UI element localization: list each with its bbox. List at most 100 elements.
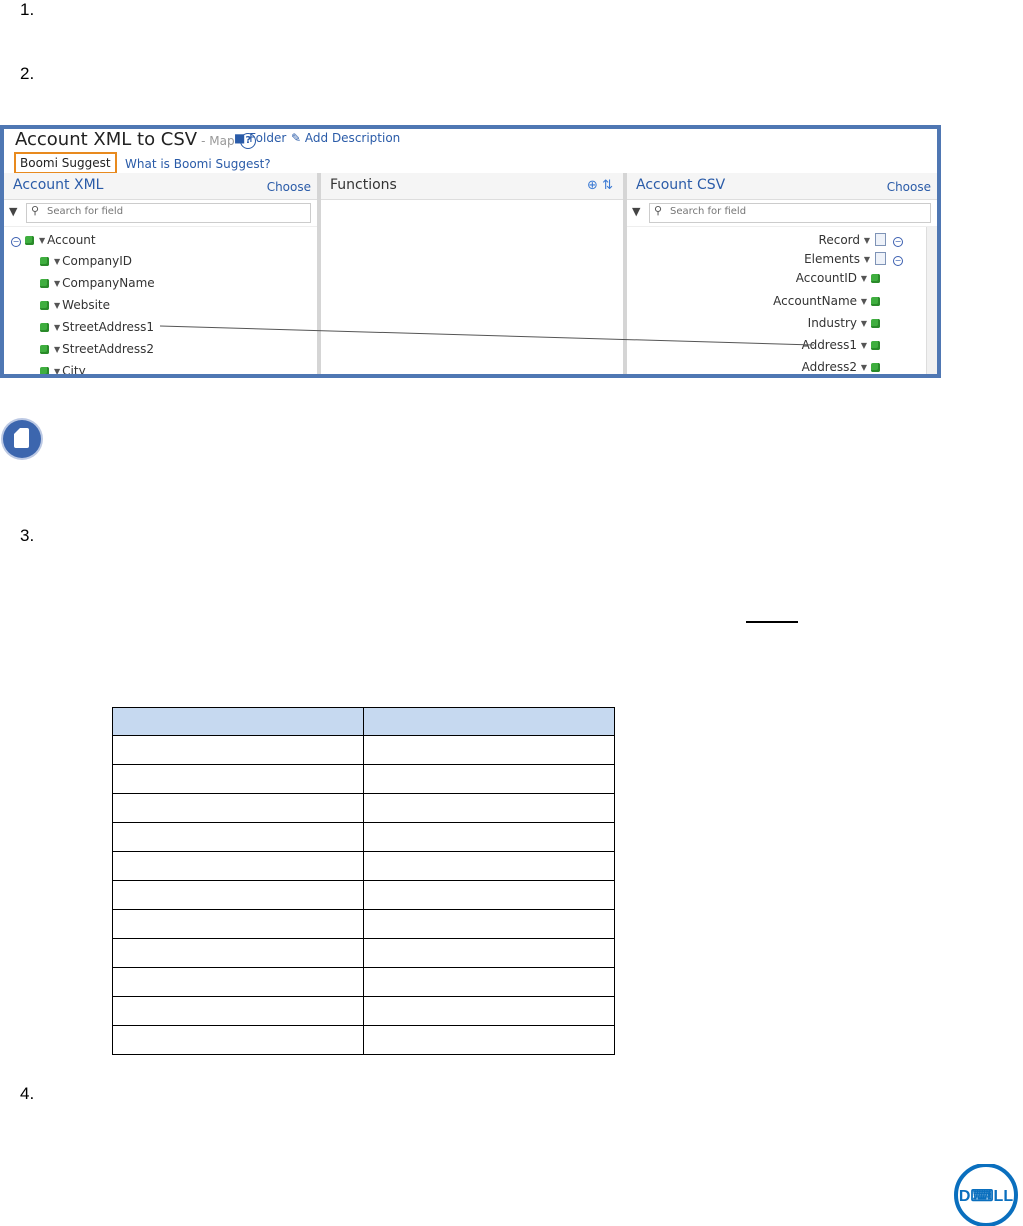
table-header-row xyxy=(112,707,615,736)
dropdown-icon[interactable]: ▼ xyxy=(54,323,60,332)
node-label: Account xyxy=(47,233,96,247)
destination-choose-link[interactable]: Choose xyxy=(887,180,931,194)
element-group-icon xyxy=(25,236,34,245)
folder-link[interactable]: ■ Folder xyxy=(234,131,286,145)
table-row xyxy=(112,967,615,997)
table-cell xyxy=(112,1025,364,1055)
dropdown-icon[interactable]: ▼ xyxy=(861,341,867,350)
dropdown-icon[interactable]: ▼ xyxy=(861,297,867,306)
node-label: CompanyName xyxy=(62,276,155,290)
document-icon xyxy=(875,233,886,246)
destination-search-bar: ▼ ⚲ xyxy=(627,200,937,227)
folder-icon: ■ xyxy=(234,131,246,145)
dropdown-icon[interactable]: ▼ xyxy=(39,236,45,245)
collapse-icon[interactable]: − xyxy=(893,237,903,247)
tree-node-address2[interactable]: Address2 ▼ xyxy=(802,360,885,374)
tree-node-account[interactable]: − ▼ Account xyxy=(11,233,96,247)
tree-node-record[interactable]: Record ▼ − xyxy=(819,233,907,247)
tree-node-accountname[interactable]: AccountName ▼ xyxy=(773,294,885,308)
what-is-boomi-suggest-link[interactable]: What is Boomi Suggest? xyxy=(125,157,271,171)
table-cell xyxy=(363,996,615,1026)
table-cell xyxy=(363,822,615,852)
table-row xyxy=(112,735,615,765)
table-cell xyxy=(363,967,615,997)
destination-search-input[interactable] xyxy=(668,205,872,218)
search-icon: ⚲ xyxy=(31,204,40,217)
source-panel-header: Account XML Choose xyxy=(4,173,317,200)
dropdown-icon[interactable]: ▼ xyxy=(861,363,867,372)
element-icon xyxy=(40,345,49,354)
add-description-label: Add Description xyxy=(304,131,401,145)
note-icon xyxy=(3,420,41,458)
add-description-link[interactable]: ✎ Add Description xyxy=(291,131,400,145)
destination-scrollbar[interactable] xyxy=(926,227,937,374)
table-cell xyxy=(112,764,364,794)
filter-icon[interactable]: ▼ xyxy=(632,205,640,218)
collapse-icon[interactable]: − xyxy=(893,256,903,266)
element-icon xyxy=(871,341,880,350)
tree-node-streetaddress2[interactable]: ▼ StreetAddress2 xyxy=(40,342,154,356)
document-icon xyxy=(875,252,886,265)
table-header-cell xyxy=(363,707,615,736)
table-cell xyxy=(363,909,615,939)
table-row xyxy=(112,793,615,823)
source-search-box[interactable]: ⚲ xyxy=(26,203,311,223)
dropdown-icon[interactable]: ▼ xyxy=(861,319,867,328)
dropdown-icon[interactable]: ▼ xyxy=(861,274,867,283)
dropdown-icon[interactable]: ▼ xyxy=(864,255,870,264)
tree-node-accountid[interactable]: AccountID ▼ xyxy=(796,271,885,285)
source-search-bar: ▼ ⚲ xyxy=(4,200,317,227)
node-label: Industry xyxy=(807,316,858,330)
functions-panel-title: Functions xyxy=(330,177,397,193)
dropdown-icon[interactable]: ▼ xyxy=(54,301,60,310)
functions-panel: Functions ⊕ ⇅ xyxy=(321,173,627,374)
table-cell xyxy=(363,880,615,910)
sort-icon[interactable]: ⇅ xyxy=(602,178,613,193)
tree-node-streetaddress1[interactable]: ▼ StreetAddress1 xyxy=(40,320,154,334)
table-row xyxy=(112,880,615,910)
node-label: Website xyxy=(62,298,110,312)
add-function-icon[interactable]: ⊕ xyxy=(587,178,598,193)
map-editor-screenshot: Account XML to CSV - Map ? ■ Folder ✎ Add… xyxy=(0,125,941,378)
table-cell xyxy=(112,909,364,939)
boomi-suggest-button[interactable]: Boomi Suggest xyxy=(14,152,117,174)
node-label: CompanyID xyxy=(62,254,133,268)
source-search-input[interactable] xyxy=(45,205,249,218)
filter-icon[interactable]: ▼ xyxy=(9,205,17,218)
element-icon xyxy=(871,274,880,283)
tree-node-companyname[interactable]: ▼ CompanyName xyxy=(40,276,155,290)
dropdown-icon[interactable]: ▼ xyxy=(864,236,870,245)
element-icon xyxy=(871,363,880,372)
node-label: AccountID xyxy=(795,271,858,285)
table-row xyxy=(112,851,615,881)
tree-node-address1[interactable]: Address1 ▼ xyxy=(802,338,885,352)
tree-node-elements[interactable]: Elements ▼ − xyxy=(804,252,907,266)
element-icon xyxy=(40,279,49,288)
table-cell xyxy=(363,1025,615,1055)
table-header-cell xyxy=(112,707,364,736)
collapse-icon[interactable]: − xyxy=(11,237,21,247)
pencil-icon: ✎ xyxy=(291,131,302,145)
functions-panel-header: Functions ⊕ ⇅ xyxy=(321,173,623,200)
step-number-3: 3. xyxy=(20,526,35,545)
tree-node-industry[interactable]: Industry ▼ xyxy=(808,316,885,330)
element-icon xyxy=(40,257,49,266)
tree-node-companyid[interactable]: ▼ CompanyID xyxy=(40,254,132,268)
table-cell xyxy=(112,793,364,823)
note-page-fold xyxy=(14,428,20,434)
table-cell xyxy=(112,967,364,997)
table-cell xyxy=(363,851,615,881)
dropdown-icon[interactable]: ▼ xyxy=(54,345,60,354)
mapping-table xyxy=(112,707,615,1055)
dropdown-icon[interactable]: ▼ xyxy=(54,279,60,288)
table-row xyxy=(112,1025,615,1055)
table-row xyxy=(112,938,615,968)
destination-search-box[interactable]: ⚲ xyxy=(649,203,931,223)
source-choose-link[interactable]: Choose xyxy=(267,180,311,194)
functions-toolbar: ⊕ ⇅ xyxy=(587,178,613,193)
tree-node-website[interactable]: ▼ Website xyxy=(40,298,110,312)
tree-node-city[interactable]: ▼ City xyxy=(40,364,86,374)
dropdown-icon[interactable]: ▼ xyxy=(54,367,60,374)
dropdown-icon[interactable]: ▼ xyxy=(54,257,60,266)
node-label: Address1 xyxy=(801,338,858,352)
